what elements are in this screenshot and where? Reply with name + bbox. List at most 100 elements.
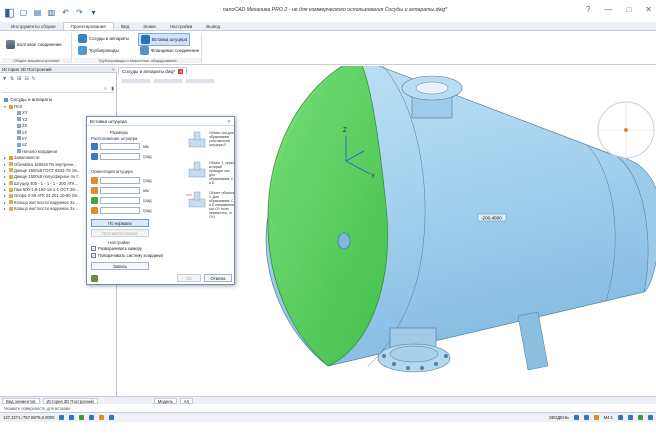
tree-item-label: Днище 1500х8 ГОСТ 6533-78 Эл...	[14, 167, 81, 173]
point-icon	[17, 149, 21, 154]
orientation-a-input[interactable]	[100, 177, 140, 184]
pipelines-button[interactable]: Трубопроводы	[76, 45, 121, 56]
nozzle-icon	[141, 35, 150, 44]
orientation-d-input[interactable]	[100, 207, 140, 214]
tree-item-label: oZ	[22, 142, 27, 148]
tab-a4[interactable]: А4	[179, 397, 193, 404]
filter-icon[interactable]: ▼	[2, 76, 7, 82]
thumb-object1	[188, 161, 206, 178]
tree-item-label: ПСК	[14, 104, 23, 109]
sort-icon[interactable]: ⇅	[10, 76, 14, 82]
ok-button[interactable]: ОК	[177, 274, 201, 282]
location-angle-input[interactable]	[100, 153, 140, 160]
tab-output[interactable]: Вывод	[199, 23, 227, 30]
status-tool-icon[interactable]	[593, 415, 599, 420]
plane-icon	[17, 110, 21, 115]
window-title: nanoCAD Механика PRO 2 - не для коммерче…	[222, 7, 448, 13]
tab-elements-view[interactable]: Вид элементов	[2, 397, 40, 404]
part-icon	[9, 181, 13, 186]
minimize-button[interactable]: —	[604, 5, 612, 14]
plane-icon	[17, 117, 21, 122]
dialog-close-icon[interactable]: ✕	[227, 119, 231, 124]
status-tool-icon[interactable]	[583, 415, 589, 420]
status-tool-icon[interactable]	[628, 415, 633, 420]
maximize-button[interactable]: □	[626, 5, 631, 14]
redo-icon[interactable]: ↷	[74, 7, 85, 18]
tree-root[interactable]: Сосуды и аппараты	[4, 97, 52, 102]
orientation-c-input[interactable]	[100, 197, 140, 204]
save-file-icon[interactable]: ▥	[46, 7, 57, 18]
part-icon	[9, 174, 13, 179]
osnap-icon[interactable]	[99, 415, 105, 420]
status-tool-icon[interactable]	[573, 415, 579, 420]
tab-design[interactable]: Проектирование	[62, 22, 114, 30]
ribbon-group-piping: Сосуды и аппараты Трубопроводы Вставка ш…	[74, 33, 202, 63]
panel-search[interactable]: ⌕ ▮	[2, 86, 114, 93]
part-icon	[9, 200, 13, 205]
undo-icon[interactable]: ↶	[60, 7, 71, 18]
help-button[interactable]: ?	[586, 5, 590, 14]
qat-dropdown-icon[interactable]: ▾	[88, 7, 99, 18]
plane-icon	[17, 123, 21, 128]
collapse-icon[interactable]: ⊟	[24, 76, 28, 82]
tree-item-label: Зависимости	[14, 155, 40, 161]
status-tool-icon[interactable]	[618, 415, 623, 420]
flange-joint-button[interactable]: Фланцевое соединение	[138, 45, 201, 56]
view-cube[interactable]	[597, 101, 655, 159]
bolted-joint-button[interactable]: Болтовое соединение	[4, 39, 64, 50]
delete-icon[interactable]: ▮	[111, 86, 114, 92]
grid-icon[interactable]	[59, 415, 65, 420]
checkbox-icon[interactable]: ✓	[91, 253, 96, 258]
nozzle-hole[interactable]	[337, 232, 351, 250]
rotate-ucs-checkbox[interactable]: ✓ Поворачивать систему координат	[91, 253, 164, 258]
tab-signs[interactable]: Знаки	[136, 23, 162, 30]
checkbox-icon[interactable]: ✓	[91, 246, 96, 251]
search-icon[interactable]: ⌕	[104, 86, 107, 92]
dialog-help-icon[interactable]	[91, 275, 98, 282]
orientation-b-input[interactable]	[100, 187, 140, 194]
ortho-icon[interactable]	[79, 415, 85, 420]
support-leg[interactable]	[517, 311, 549, 371]
tab-view[interactable]: Вид	[114, 23, 136, 30]
tab-assembly-tools[interactable]: Инструменты сборки	[4, 23, 63, 30]
tree-item-label: Опора 3-38 АТК 24.201.10-90 Оп...	[14, 193, 81, 199]
sizes-header: Размеры	[109, 130, 129, 135]
normal-button[interactable]: По нормали	[91, 219, 149, 227]
object1-description: Объект 1, через который проходит ось, дл…	[209, 161, 235, 185]
axis-description: Объект оси для образования угла наклона …	[209, 131, 234, 147]
new-file-icon[interactable]: ▢	[18, 7, 29, 18]
tab-history[interactable]: История 3D Построений	[42, 397, 98, 404]
polar-icon[interactable]	[89, 415, 95, 420]
location-angle-icon	[91, 153, 98, 160]
open-file-icon[interactable]: ▤	[32, 7, 43, 18]
snap-icon[interactable]	[69, 415, 75, 420]
reverse-button[interactable]: Противоположное	[91, 229, 149, 237]
selected-head[interactable]	[267, 66, 389, 367]
panel-close-icon[interactable]: ✕	[111, 67, 115, 72]
refresh-icon[interactable]: ↻	[32, 76, 36, 82]
rotate-camera-checkbox[interactable]: ✓ Разворачивать камеру	[91, 246, 142, 251]
status-tool-icon[interactable]	[648, 415, 653, 420]
app-menu-icon[interactable]: ◧	[4, 7, 15, 19]
settings-header: Настройки	[108, 240, 130, 245]
ribbon-panel: Болтовое соединение Общее машиностроение…	[0, 31, 656, 65]
part-icon	[9, 162, 13, 167]
orientation-d-icon	[91, 207, 98, 214]
close-window-button[interactable]: ✕	[645, 5, 652, 14]
tree-item-label: YZ	[22, 116, 28, 122]
expand-icon[interactable]: ⊞	[17, 76, 21, 82]
title-bar: ◧ ▢ ▤ ▥ ↶ ↷ ▾ nanoCAD Механика PRO 2 - н…	[0, 0, 656, 22]
lineweight-icon[interactable]	[109, 415, 115, 420]
axis-icon	[17, 130, 21, 135]
location-x-input[interactable]	[100, 143, 140, 150]
ribbon-group-label: Общее машиностроение	[2, 58, 71, 63]
scale-value: М4:1	[603, 415, 613, 420]
vessels-button[interactable]: Сосуды и аппараты	[76, 33, 131, 44]
tab-settings[interactable]: Настройки	[163, 23, 200, 30]
cancel-button[interactable]: Отмена	[204, 274, 232, 282]
tab-model[interactable]: Модель	[153, 397, 177, 404]
save-button[interactable]: Запись	[91, 262, 149, 270]
vessel-icon	[78, 34, 87, 43]
tree-item-label: Кольцо жесткости наружное 3х...	[14, 199, 78, 205]
status-tool-icon[interactable]	[638, 415, 643, 420]
